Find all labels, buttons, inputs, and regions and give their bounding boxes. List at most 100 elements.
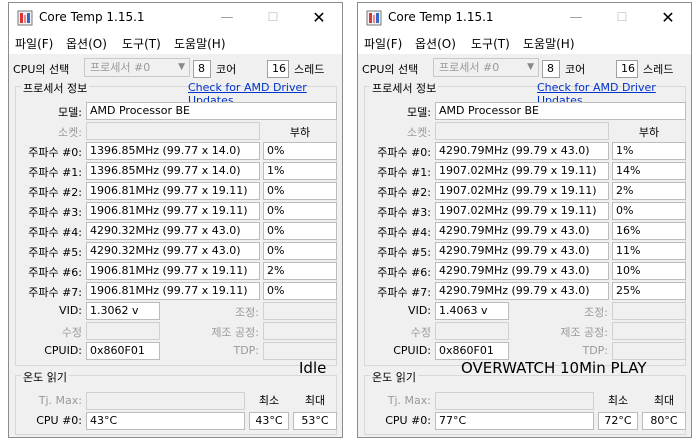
frequency-value-7: 4290.79MHz (99.79 x 43.0) bbox=[435, 282, 609, 300]
revision-label: 수정 bbox=[410, 326, 431, 339]
frequency-label-0: 주파수 #0: bbox=[28, 146, 82, 159]
menu-file[interactable]: 파일(F) bbox=[364, 35, 402, 52]
load-header: 부하 bbox=[289, 126, 311, 139]
menu-options[interactable]: 옵션(O) bbox=[415, 35, 456, 52]
socket-label: 소켓: bbox=[407, 126, 431, 139]
maximize-icon[interactable]: ☐ bbox=[250, 3, 296, 32]
caption-idle: Idle bbox=[299, 359, 327, 377]
frequency-label-2: 주파수 #2: bbox=[28, 186, 82, 199]
revision-value bbox=[435, 322, 509, 340]
vid-value: 1.4063 v bbox=[435, 302, 509, 320]
tjmax-value bbox=[435, 392, 594, 410]
model-value: AMD Processor BE bbox=[86, 102, 337, 120]
threads-label: 스레드 bbox=[294, 63, 325, 76]
production-label: 제조 공정: bbox=[560, 326, 608, 339]
production-value bbox=[263, 322, 337, 340]
frequency-label-4: 주파수 #4: bbox=[28, 226, 82, 239]
menu-options[interactable]: 옵션(O) bbox=[66, 35, 107, 52]
production-label: 제조 공정: bbox=[211, 326, 259, 339]
cpu0-temp-label: CPU #0: bbox=[36, 414, 82, 427]
frequency-label-5: 주파수 #5: bbox=[28, 246, 82, 259]
frequency-label-6: 주파수 #6: bbox=[28, 266, 82, 279]
threads-label: 스레드 bbox=[643, 63, 674, 76]
cpu-select-label: CPU의 선택 bbox=[13, 63, 70, 76]
processor-select[interactable]: 프로세서 #0 ▼ bbox=[84, 58, 190, 77]
app-icon bbox=[17, 10, 33, 26]
stepping-value bbox=[612, 302, 686, 320]
min-header: 최소 bbox=[607, 394, 629, 407]
chevron-down-icon: ▼ bbox=[178, 62, 185, 72]
close-icon[interactable]: ✕ bbox=[645, 3, 691, 32]
production-value bbox=[612, 322, 686, 340]
frequency-value-0: 4290.79MHz (99.79 x 43.0) bbox=[435, 142, 609, 160]
socket-value bbox=[435, 122, 609, 140]
stepping-label: 조정: bbox=[235, 306, 259, 319]
frequency-value-5: 4290.32MHz (99.77 x 43.0) bbox=[86, 242, 260, 260]
cpu0-max-value: 53°C bbox=[293, 412, 337, 430]
max-header: 최대 bbox=[304, 394, 326, 407]
core-load-value-7: 0% bbox=[263, 282, 337, 300]
frequency-value-1: 1907.02MHz (99.79 x 19.11) bbox=[435, 162, 609, 180]
core-load-value-2: 0% bbox=[263, 182, 337, 200]
core-load-value-1: 1% bbox=[263, 162, 337, 180]
frequency-label-4: 주파수 #4: bbox=[377, 226, 431, 239]
frequency-value-2: 1906.81MHz (99.77 x 19.11) bbox=[86, 182, 260, 200]
cores-count: 8 bbox=[193, 60, 211, 78]
tdp-label: TDP: bbox=[233, 344, 259, 357]
frequency-value-1: 1396.85MHz (99.77 x 14.0) bbox=[86, 162, 260, 180]
menu-tools[interactable]: 도구(T) bbox=[471, 35, 510, 52]
tdp-label: TDP: bbox=[582, 344, 608, 357]
cpu0-max-value: 80°C bbox=[642, 412, 686, 430]
core-load-value-7: 25% bbox=[612, 282, 686, 300]
frequency-label-7: 주파수 #7: bbox=[377, 286, 431, 299]
socket-label: 소켓: bbox=[58, 126, 82, 139]
max-header: 최대 bbox=[653, 394, 675, 407]
socket-value bbox=[86, 122, 260, 140]
tdp-value bbox=[612, 342, 686, 360]
close-icon[interactable]: ✕ bbox=[296, 3, 342, 32]
cpu0-min-value: 43°C bbox=[249, 412, 289, 430]
threads-count: 16 bbox=[267, 60, 289, 78]
frequency-value-7: 1906.81MHz (99.77 x 19.11) bbox=[86, 282, 260, 300]
vid-label: VID: bbox=[59, 304, 82, 317]
cpuid-label: CPUID: bbox=[393, 344, 431, 357]
window-title: Core Temp 1.15.1 bbox=[39, 10, 145, 24]
frequency-label-2: 주파수 #2: bbox=[377, 186, 431, 199]
frequency-value-5: 4290.79MHz (99.79 x 43.0) bbox=[435, 242, 609, 260]
title-bar[interactable]: Core Temp 1.15.1 — ☐ ✕ bbox=[9, 3, 342, 32]
cores-count: 8 bbox=[542, 60, 560, 78]
menu-tools[interactable]: 도구(T) bbox=[122, 35, 161, 52]
load-header: 부하 bbox=[638, 126, 660, 139]
core-load-value-4: 16% bbox=[612, 222, 686, 240]
maximize-icon[interactable]: ☐ bbox=[599, 3, 645, 32]
menu-help[interactable]: 도움말(H) bbox=[174, 35, 226, 52]
menu-file[interactable]: 파일(F) bbox=[15, 35, 53, 52]
frequency-label-3: 주파수 #3: bbox=[377, 206, 431, 219]
frequency-label-7: 주파수 #7: bbox=[28, 286, 82, 299]
revision-value bbox=[86, 322, 160, 340]
threads-count: 16 bbox=[616, 60, 638, 78]
processor-select-value: 프로세서 #0 bbox=[439, 61, 500, 74]
cpuid-value: 0x860F01 bbox=[86, 342, 160, 360]
tjmax-label: Tj. Max: bbox=[38, 394, 82, 407]
title-bar[interactable]: Core Temp 1.15.1 — ☐ ✕ bbox=[358, 3, 691, 32]
menu-bar: 파일(F) 옵션(O) 도구(T) 도움말(H) bbox=[358, 32, 691, 54]
tdp-value bbox=[263, 342, 337, 360]
frequency-label-6: 주파수 #6: bbox=[377, 266, 431, 279]
tjmax-value bbox=[86, 392, 245, 410]
app-icon bbox=[366, 10, 382, 26]
core-load-value-2: 2% bbox=[612, 182, 686, 200]
temperature-group-label: 온도 읽기 bbox=[21, 369, 69, 385]
menu-help[interactable]: 도움말(H) bbox=[523, 35, 575, 52]
stepping-label: 조정: bbox=[584, 306, 608, 319]
minimize-icon[interactable]: — bbox=[204, 3, 250, 32]
core-load-value-1: 14% bbox=[612, 162, 686, 180]
vid-label: VID: bbox=[408, 304, 431, 317]
processor-select[interactable]: 프로세서 #0 ▼ bbox=[433, 58, 539, 77]
frequency-label-5: 주파수 #5: bbox=[377, 246, 431, 259]
frequency-label-3: 주파수 #3: bbox=[28, 206, 82, 219]
minimize-icon[interactable]: — bbox=[553, 3, 599, 32]
frequency-value-4: 4290.32MHz (99.77 x 43.0) bbox=[86, 222, 260, 240]
core-load-value-0: 0% bbox=[263, 142, 337, 160]
core-load-value-5: 0% bbox=[263, 242, 337, 260]
